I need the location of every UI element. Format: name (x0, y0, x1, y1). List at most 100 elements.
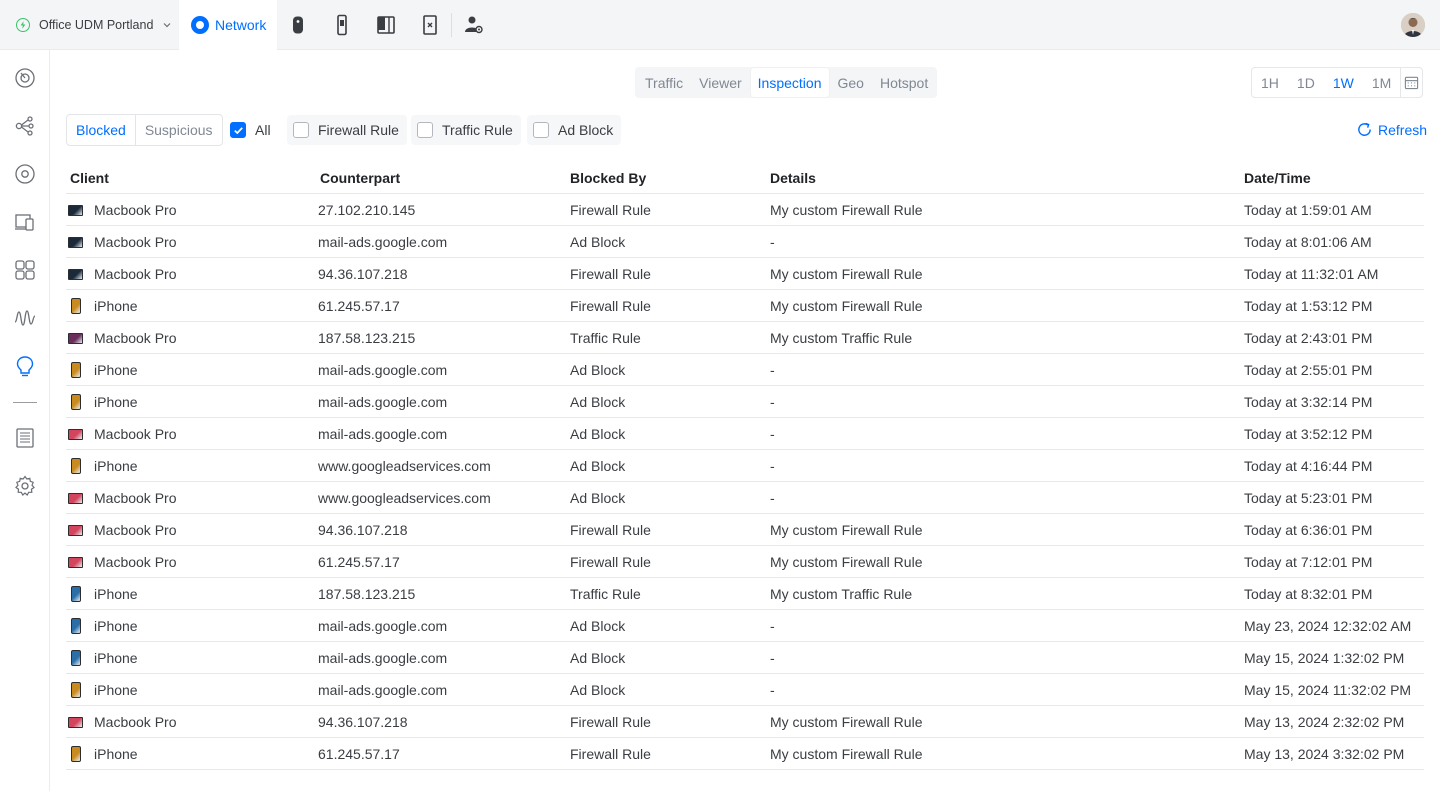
client-name-cell[interactable]: iPhone (94, 746, 138, 762)
blocked-by-cell: Firewall Rule (570, 266, 651, 282)
table-row[interactable]: Macbook Pro 187.58.123.215 Traffic Rule My … (66, 322, 1424, 354)
blocked-by-cell: Ad Block (570, 362, 626, 378)
table-row[interactable]: Macbook Pro 94.36.107.218 Firewall Rule My … (66, 706, 1424, 738)
client-devices-icon[interactable] (13, 210, 37, 234)
insights-icon[interactable] (13, 306, 37, 330)
range-1d[interactable]: 1D (1288, 67, 1324, 98)
tab-geo[interactable]: Geo (830, 67, 872, 98)
table-row[interactable]: Macbook Pro www.googleadservices.com Ad Bl… (66, 482, 1424, 514)
details-cell: - (770, 682, 775, 698)
client-name-cell[interactable]: iPhone (94, 458, 138, 474)
client-name-cell[interactable]: iPhone (94, 298, 138, 314)
ports-icon[interactable] (13, 258, 37, 282)
table-row[interactable]: iPhone mail-ads.google.com Ad Block - Today … (66, 386, 1424, 418)
range-1w[interactable]: 1W (1324, 67, 1363, 98)
blocked-option[interactable]: Blocked (67, 115, 136, 145)
client-name-cell[interactable]: iPhone (94, 682, 138, 698)
table-row[interactable]: Macbook Pro 27.102.210.145 Firewall Rule My… (66, 194, 1424, 226)
filter-all-checkbox[interactable]: All (224, 115, 279, 145)
refresh-button[interactable]: Refresh (1356, 121, 1427, 138)
filter-adblock-checkbox[interactable]: Ad Block (527, 115, 622, 145)
table-row[interactable]: iPhone 61.245.57.17 Firewall Rule My custom… (66, 738, 1424, 770)
filter-traffic-checkbox[interactable]: Traffic Rule (411, 115, 521, 145)
bolt-icon (16, 18, 30, 32)
table-row[interactable]: Macbook Pro 94.36.107.218 Firewall Rule My … (66, 514, 1424, 546)
table-row[interactable]: Macbook Pro 61.245.57.17 Firewall Rule My c… (66, 546, 1424, 578)
client-name-cell[interactable]: Macbook Pro (94, 266, 176, 282)
table-row[interactable]: Macbook Pro mail-ads.google.com Ad Block - T… (66, 418, 1424, 450)
calendar-icon[interactable] (1400, 67, 1422, 98)
avatar[interactable] (1401, 13, 1425, 37)
table-row[interactable]: Macbook Pro 94.36.107.218 Firewall Rule My … (66, 258, 1424, 290)
client-name-cell[interactable]: iPhone (94, 362, 138, 378)
column-header-client[interactable]: Client (70, 170, 109, 186)
logs-icon[interactable] (13, 426, 37, 450)
laptop-icon (68, 333, 83, 344)
laptop-icon (68, 525, 83, 536)
laptop-icon (68, 205, 83, 216)
devices-icon[interactable] (13, 162, 37, 186)
site-selector[interactable]: Office UDM Portland (0, 0, 178, 50)
details-cell: My custom Firewall Rule (770, 298, 923, 314)
table-row[interactable]: iPhone mail-ads.google.com Ad Block - Today … (66, 354, 1424, 386)
column-header-datetime[interactable]: Date/Time (1244, 170, 1311, 186)
table-row[interactable]: iPhone mail-ads.google.com Ad Block - May 15… (66, 642, 1424, 674)
client-name-cell[interactable]: iPhone (94, 586, 138, 602)
network-icon (191, 16, 209, 34)
client-name-cell[interactable]: Macbook Pro (94, 554, 176, 570)
counterpart-cell: mail-ads.google.com (318, 234, 448, 250)
admin-user-icon[interactable] (462, 13, 486, 37)
inspection-icon[interactable] (13, 354, 37, 378)
table-row[interactable]: iPhone mail-ads.google.com Ad Block - May 23… (66, 610, 1424, 642)
inspection-table: Client Counterpart Blocked By Details Da… (66, 162, 1424, 770)
settings-icon[interactable] (13, 474, 37, 498)
blocked-by-cell: Ad Block (570, 618, 626, 634)
client-name-cell[interactable]: Macbook Pro (94, 490, 176, 506)
network-app-tab[interactable]: Network (179, 0, 277, 50)
details-cell: - (770, 362, 775, 378)
counterpart-cell: mail-ads.google.com (318, 618, 448, 634)
topology-icon[interactable] (13, 114, 37, 138)
client-name-cell[interactable]: Macbook Pro (94, 330, 176, 346)
access-point-icon[interactable] (286, 13, 310, 37)
client-name-cell[interactable]: iPhone (94, 394, 138, 410)
suspicious-option[interactable]: Suspicious (136, 115, 222, 145)
tab-traffic[interactable]: Traffic (637, 67, 691, 98)
table-header: Client Counterpart Blocked By Details Da… (66, 162, 1424, 194)
datetime-cell: Today at 8:01:06 AM (1244, 234, 1372, 250)
column-header-details[interactable]: Details (770, 170, 816, 186)
talk-device-icon[interactable] (418, 13, 442, 37)
blocked-by-cell: Firewall Rule (570, 522, 651, 538)
table-row[interactable]: iPhone 61.245.57.17 Firewall Rule My custom… (66, 290, 1424, 322)
table-row[interactable]: Macbook Pro mail-ads.google.com Ad Block - T… (66, 226, 1424, 258)
table-row[interactable]: iPhone www.googleadservices.com Ad Block - T… (66, 450, 1424, 482)
client-name-cell[interactable]: Macbook Pro (94, 714, 176, 730)
client-name-cell[interactable]: Macbook Pro (94, 234, 176, 250)
client-name-cell[interactable]: iPhone (94, 618, 138, 634)
refresh-icon (1358, 122, 1371, 136)
dashboard-icon[interactable] (13, 66, 37, 90)
client-name-cell[interactable]: Macbook Pro (94, 202, 176, 218)
counterpart-cell: www.googleadservices.com (318, 458, 491, 474)
filter-firewall-checkbox[interactable]: Firewall Rule (287, 115, 407, 145)
counterpart-cell: 187.58.123.215 (318, 586, 416, 602)
column-header-blocked-by[interactable]: Blocked By (570, 170, 646, 186)
filter-firewall-label: Firewall Rule (318, 122, 399, 138)
site-name: Office UDM Portland (39, 18, 154, 32)
table-row[interactable]: iPhone mail-ads.google.com Ad Block - May 15… (66, 674, 1424, 706)
table-row[interactable]: iPhone 187.58.123.215 Traffic Rule My custo… (66, 578, 1424, 610)
insights-tabs: Traffic Viewer Inspection Geo Hotspot (635, 67, 937, 98)
door-access-icon[interactable] (374, 13, 398, 37)
client-name-cell[interactable]: iPhone (94, 650, 138, 666)
tab-viewer[interactable]: Viewer (691, 67, 750, 98)
counterpart-cell: 27.102.210.145 (318, 202, 416, 218)
client-name-cell[interactable]: Macbook Pro (94, 522, 176, 538)
details-cell: My custom Firewall Rule (770, 266, 923, 282)
range-1m[interactable]: 1M (1363, 67, 1400, 98)
tab-hotspot[interactable]: Hotspot (872, 67, 936, 98)
tab-inspection[interactable]: Inspection (749, 67, 830, 98)
client-name-cell[interactable]: Macbook Pro (94, 426, 176, 442)
column-header-counterpart[interactable]: Counterpart (320, 170, 400, 186)
range-1h[interactable]: 1H (1252, 67, 1288, 98)
phone-device-icon[interactable] (330, 13, 354, 37)
